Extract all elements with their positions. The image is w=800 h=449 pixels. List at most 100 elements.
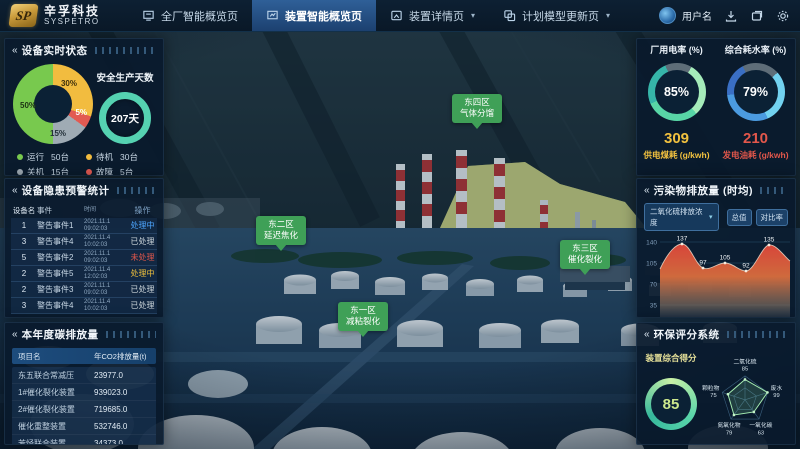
device-status-donut-chart: 50% 30% 5% 15% bbox=[13, 64, 93, 144]
panel-energy-rates: 厂用电率 (%) 85% 309 供电煤耗 (g/kwh) 综合耗水率 (%) … bbox=[636, 38, 796, 176]
chevron-down-icon: ▾ bbox=[606, 11, 610, 20]
cell-device: 2 bbox=[11, 285, 37, 294]
status-badge: 未处理 bbox=[128, 252, 157, 263]
cell-emission: 34373.0 bbox=[94, 439, 150, 446]
svg-text:二氧化硫: 二氧化硫 bbox=[734, 358, 757, 366]
svg-text:140: 140 bbox=[646, 240, 657, 247]
svg-text:颗粒物: 颗粒物 bbox=[702, 384, 719, 392]
legend-item-standby: 待机 30台 bbox=[86, 151, 153, 163]
dashboard-stage: 东四区 气体分馏 东二区 延迟焦化 东三区 催化裂化 东一区 减粘裂化 « 设备… bbox=[0, 32, 800, 449]
cell-time: 2021.11.412:02:03 bbox=[84, 267, 128, 281]
company-subtitle: SYSPETRO bbox=[44, 18, 100, 26]
legend-dot bbox=[17, 169, 23, 175]
nav-item-plant-overview[interactable]: 全厂智能概览页 bbox=[128, 0, 252, 31]
zone-marker-east2[interactable]: 东二区 延迟焦化 bbox=[256, 216, 306, 245]
top-navigation-bar: SP 辛孚科技 SYSPETRO 全厂智能概览页 装置智能概览页 装置详情页 ▾ bbox=[0, 0, 800, 32]
panel-title: 设备隐患预警统计 bbox=[22, 183, 110, 198]
svg-text:35: 35 bbox=[650, 303, 658, 310]
table-row: 芳烃联合装置 34373.0 bbox=[12, 435, 156, 445]
svg-text:99: 99 bbox=[773, 393, 779, 399]
username[interactable]: 用户名 bbox=[682, 8, 712, 23]
legend-item-off: 关机 15台 bbox=[17, 166, 84, 176]
safety-days-title: 安全生产天数 bbox=[96, 70, 153, 84]
status-badge: 处理中 bbox=[128, 268, 157, 279]
pollutant-area-chart: 140 105 70 35 0 137 97 105 92 135 00:00 bbox=[640, 234, 792, 318]
legend-label: 待机 bbox=[96, 151, 113, 163]
gear-icon[interactable] bbox=[776, 9, 790, 23]
cell-time: 2021.11.109:02:03 bbox=[84, 283, 128, 297]
donut-label-off: 15% bbox=[50, 129, 66, 138]
legend-dot bbox=[17, 154, 23, 160]
nav-label: 装置详情页 bbox=[409, 8, 464, 24]
status-badge: 已处理 bbox=[128, 284, 157, 295]
collapse-icon: « bbox=[12, 45, 18, 56]
cell-device: 3 bbox=[11, 237, 37, 246]
svg-text:75: 75 bbox=[710, 393, 716, 399]
user-avatar[interactable] bbox=[659, 7, 676, 24]
chevron-down-icon: ▾ bbox=[709, 213, 713, 221]
zone-name: 东三区 bbox=[568, 243, 602, 254]
download-icon[interactable] bbox=[724, 9, 738, 23]
toggle-ratio-button[interactable]: 对比率 bbox=[756, 209, 789, 226]
nav-item-unit-overview[interactable]: 装置智能概览页 bbox=[252, 0, 376, 31]
col-time: 时间 bbox=[84, 207, 128, 214]
plant-overview-icon bbox=[142, 9, 155, 22]
water-rate-value: 79% bbox=[727, 63, 785, 121]
main-nav: 全厂智能概览页 装置智能概览页 装置详情页 ▾ 计划模型更新页 ▾ bbox=[128, 0, 624, 31]
header-tick-decor bbox=[727, 331, 788, 338]
cell-event: 警告事件5 bbox=[37, 268, 84, 279]
col-device: 设备名 bbox=[11, 205, 37, 216]
zone-name: 东四区 bbox=[460, 97, 494, 108]
svg-text:92: 92 bbox=[742, 263, 750, 270]
donut-label-running: 50% bbox=[20, 101, 36, 110]
zone-marker-east1[interactable]: 东一区 减粘裂化 bbox=[338, 302, 388, 331]
nav-item-model-update[interactable]: 计划模型更新页 ▾ bbox=[489, 0, 624, 31]
table-row: 东五联合常减压 23977.0 bbox=[12, 367, 156, 384]
gauge-title-power-rate: 厂用电率 (%) bbox=[650, 43, 703, 56]
zone-marker-east4[interactable]: 东四区 气体分馏 bbox=[452, 94, 502, 123]
power-rate-value: 85% bbox=[648, 63, 706, 121]
gauge-title-water-rate: 综合耗水率 (%) bbox=[725, 43, 787, 56]
unit-detail-icon bbox=[390, 9, 403, 22]
cell-time: 2021.11.109:02:03 bbox=[84, 219, 128, 233]
cell-project: 芳烃联合装置 bbox=[18, 438, 94, 446]
cell-event: 警告事件4 bbox=[37, 300, 84, 311]
unit-overview-icon bbox=[266, 9, 279, 22]
carbon-table: 项目名 年CO2排放量(t) 东五联合常减压 23977.0 1#催化裂化装置 … bbox=[5, 346, 163, 445]
table-row: 1#催化裂化装置 939023.0 bbox=[12, 384, 156, 401]
nav-item-unit-detail[interactable]: 装置详情页 ▾ bbox=[376, 0, 489, 31]
table-row: 2 警告事件5 2021.11.412:02:03 处理中 bbox=[11, 266, 157, 282]
water-rate-gauge: 79% bbox=[727, 63, 785, 121]
company-name-block: 辛孚科技 SYSPETRO bbox=[44, 5, 100, 26]
cell-device: 3 bbox=[11, 301, 37, 310]
svg-text:85: 85 bbox=[742, 367, 748, 373]
zone-unit: 气体分馏 bbox=[460, 108, 494, 119]
carbon-table-header: 项目名 年CO2排放量(t) bbox=[12, 348, 156, 364]
nav-label: 装置智能概览页 bbox=[285, 8, 362, 24]
topbar-actions: 用户名 bbox=[659, 7, 790, 24]
col-event: 事件 bbox=[37, 205, 84, 216]
zone-unit: 减粘裂化 bbox=[346, 316, 380, 327]
zone-unit: 延迟焦化 bbox=[264, 230, 298, 241]
legend-label: 故障 bbox=[96, 166, 113, 176]
safety-days-ring: 207天 bbox=[99, 92, 151, 144]
coal-consumption-value: 309 bbox=[664, 130, 689, 147]
svg-text:97: 97 bbox=[699, 260, 707, 267]
legend-value: 5台 bbox=[120, 166, 133, 176]
dropdown-selected-value: 二氧化硫排放浓度 bbox=[650, 206, 706, 228]
status-badge: 已处理 bbox=[128, 300, 157, 311]
donut-label-fault: 5% bbox=[75, 108, 87, 117]
header-tick-decor bbox=[95, 47, 156, 54]
warning-table: 设备名 事件 时间 操作 1 警告事件1 2021.11.109:02:03 处… bbox=[5, 202, 163, 314]
overall-score-value: 85 bbox=[645, 378, 697, 430]
pollutant-select-dropdown[interactable]: 二氧化硫排放浓度 ▾ bbox=[644, 203, 719, 231]
toggle-total-button[interactable]: 总值 bbox=[727, 209, 752, 226]
eco-radar-chart: 二氧化硫 85 废水 99 一氧化碳 63 氮氧化物 79 颗粒物 75 bbox=[699, 348, 791, 445]
panel-title: 环保评分系统 bbox=[654, 327, 720, 342]
table-row: 3 警告事件4 2021.11.410:02:03 已处理 bbox=[11, 234, 157, 250]
warning-table-header: 设备名 事件 时间 操作 bbox=[11, 203, 157, 218]
window-resize-icon[interactable] bbox=[750, 9, 764, 23]
zone-marker-east3[interactable]: 东三区 催化裂化 bbox=[560, 240, 610, 269]
cell-project: 2#催化裂化装置 bbox=[18, 404, 94, 415]
table-row: 2 警告事件3 2021.11.109:02:03 已处理 bbox=[11, 282, 157, 298]
